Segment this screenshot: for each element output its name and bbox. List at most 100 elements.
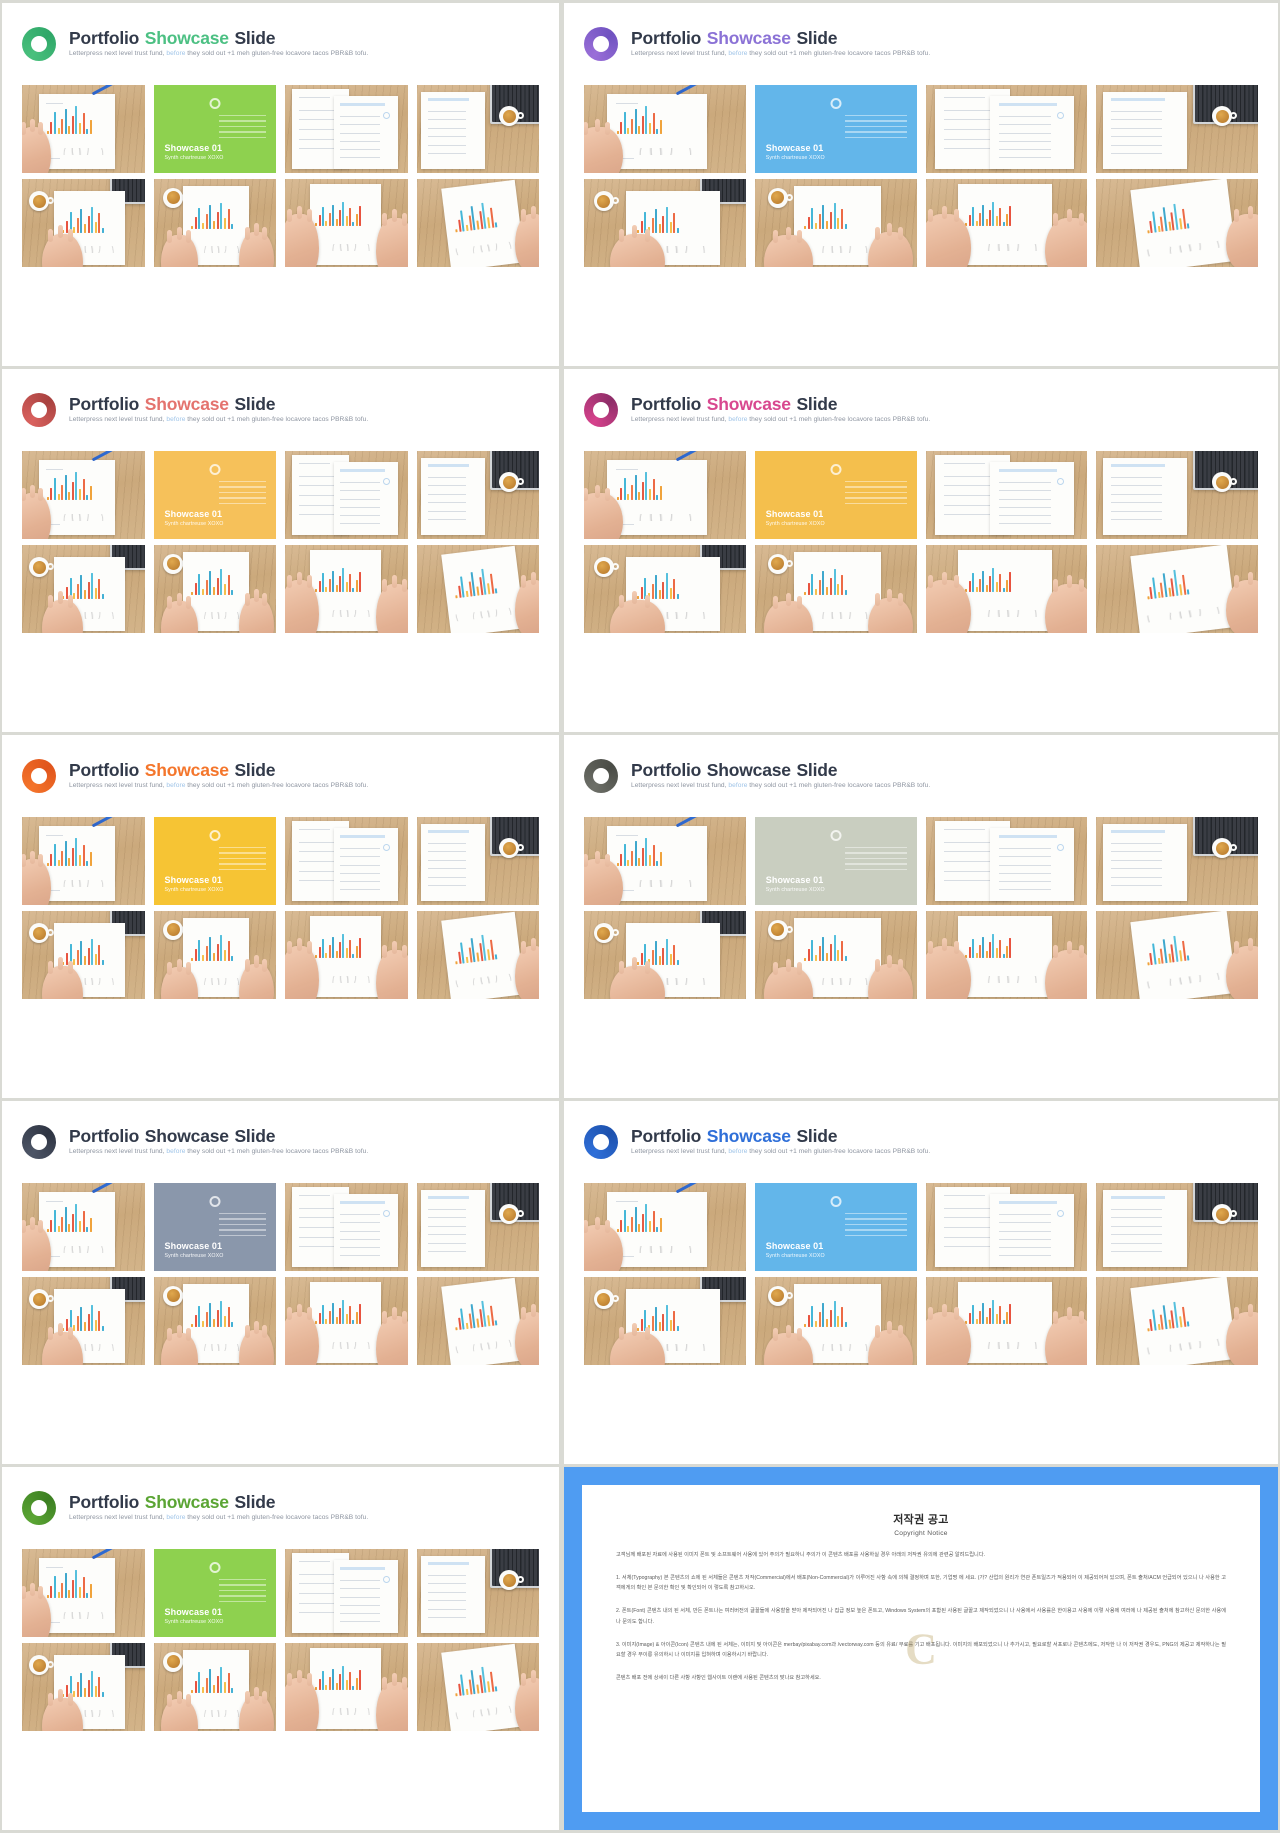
portfolio-thumbnail[interactable]: Showcase 01 Synth chartreuse XOXO bbox=[153, 85, 276, 173]
portfolio-thumbnail[interactable] bbox=[416, 1643, 539, 1731]
portfolio-thumbnail[interactable] bbox=[22, 817, 145, 905]
slide-panel-8[interactable]: Portfolio Showcase Slide Letterpress nex… bbox=[564, 1101, 1278, 1464]
portfolio-thumbnail[interactable]: Showcase 01 Synth chartreuse XOXO bbox=[153, 1183, 276, 1271]
portfolio-thumbnail[interactable] bbox=[153, 545, 276, 633]
portfolio-thumbnail[interactable] bbox=[22, 545, 145, 633]
portfolio-thumbnail[interactable]: Showcase 01 Synth chartreuse XOXO bbox=[153, 1549, 276, 1637]
title-word-slide: Slide bbox=[229, 759, 276, 780]
portfolio-thumbnail[interactable] bbox=[1096, 545, 1258, 633]
portfolio-thumbnail[interactable] bbox=[153, 179, 276, 267]
portfolio-thumbnail[interactable] bbox=[416, 1183, 539, 1271]
portfolio-thumbnail[interactable] bbox=[584, 1183, 746, 1271]
portfolio-thumbnail[interactable] bbox=[22, 1643, 145, 1731]
portfolio-thumbnail[interactable] bbox=[925, 817, 1088, 905]
portfolio-thumbnail[interactable] bbox=[22, 1549, 145, 1637]
portfolio-thumbnail[interactable] bbox=[754, 911, 917, 999]
portfolio-thumbnail[interactable] bbox=[754, 1277, 917, 1365]
portfolio-thumbnail[interactable] bbox=[584, 1277, 746, 1365]
slide-panel-6[interactable]: Portfolio Showcase Slide Letterpress nex… bbox=[564, 735, 1278, 1098]
slide-subtitle: Letterpress next level trust fund, befor… bbox=[631, 416, 931, 424]
slide-panel-4[interactable]: Portfolio Showcase Slide Letterpress nex… bbox=[564, 369, 1278, 732]
portfolio-thumbnail[interactable] bbox=[416, 545, 539, 633]
portfolio-thumbnail[interactable] bbox=[285, 817, 408, 905]
slide-panel-5[interactable]: Portfolio Showcase Slide Letterpress nex… bbox=[2, 735, 559, 1098]
slide-panel-2[interactable]: Portfolio Showcase Slide Letterpress nex… bbox=[564, 3, 1278, 366]
portfolio-thumbnail[interactable] bbox=[285, 1549, 408, 1637]
portfolio-thumbnail[interactable]: Showcase 01 Synth chartreuse XOXO bbox=[754, 451, 917, 539]
showcase-card-overlay[interactable]: Showcase 01 Synth chartreuse XOXO bbox=[153, 1549, 276, 1637]
showcase-card-overlay[interactable]: Showcase 01 Synth chartreuse XOXO bbox=[153, 85, 276, 173]
portfolio-thumbnail[interactable] bbox=[153, 1643, 276, 1731]
portfolio-thumbnail[interactable] bbox=[285, 1183, 408, 1271]
portfolio-thumbnail[interactable] bbox=[925, 179, 1088, 267]
portfolio-thumbnail[interactable] bbox=[285, 911, 408, 999]
portfolio-thumbnail[interactable] bbox=[416, 911, 539, 999]
portfolio-thumbnail[interactable]: Showcase 01 Synth chartreuse XOXO bbox=[754, 1183, 917, 1271]
portfolio-thumbnail[interactable] bbox=[416, 85, 539, 173]
portfolio-thumbnail[interactable] bbox=[754, 179, 917, 267]
thumbnail-row-group: Showcase 01 Synth chartreuse XOXO bbox=[584, 817, 1258, 999]
portfolio-thumbnail[interactable] bbox=[1096, 451, 1258, 539]
portfolio-thumbnail[interactable] bbox=[285, 1277, 408, 1365]
showcase-card-title: Showcase 01 bbox=[765, 508, 824, 519]
brand-ring-icon bbox=[22, 1125, 56, 1159]
slide-panel-1[interactable]: Portfolio Showcase Slide Letterpress nex… bbox=[2, 3, 559, 366]
showcase-card-overlay[interactable]: Showcase 01 Synth chartreuse XOXO bbox=[153, 817, 276, 905]
page-title: Portfolio Showcase Slide bbox=[69, 29, 368, 48]
showcase-card-title: Showcase 01 bbox=[164, 508, 223, 519]
portfolio-thumbnail[interactable] bbox=[22, 911, 145, 999]
portfolio-thumbnail[interactable] bbox=[22, 451, 145, 539]
portfolio-thumbnail[interactable] bbox=[22, 1183, 145, 1271]
slide-subtitle: Letterpress next level trust fund, befor… bbox=[69, 1148, 369, 1156]
portfolio-thumbnail[interactable] bbox=[584, 911, 746, 999]
showcase-card-overlay[interactable]: Showcase 01 Synth chartreuse XOXO bbox=[754, 817, 917, 905]
portfolio-thumbnail[interactable] bbox=[22, 179, 145, 267]
portfolio-thumbnail[interactable]: Showcase 01 Synth chartreuse XOXO bbox=[153, 817, 276, 905]
portfolio-thumbnail[interactable] bbox=[925, 85, 1088, 173]
showcase-card-overlay[interactable]: Showcase 01 Synth chartreuse XOXO bbox=[153, 1183, 276, 1271]
showcase-card-overlay[interactable]: Showcase 01 Synth chartreuse XOXO bbox=[153, 451, 276, 539]
portfolio-thumbnail[interactable] bbox=[584, 85, 746, 173]
portfolio-thumbnail[interactable] bbox=[925, 545, 1088, 633]
portfolio-thumbnail[interactable] bbox=[416, 451, 539, 539]
portfolio-thumbnail[interactable] bbox=[285, 1643, 408, 1731]
portfolio-thumbnail[interactable] bbox=[22, 85, 145, 173]
portfolio-thumbnail[interactable] bbox=[1096, 179, 1258, 267]
portfolio-thumbnail[interactable] bbox=[22, 1277, 145, 1365]
showcase-card-overlay[interactable]: Showcase 01 Synth chartreuse XOXO bbox=[754, 85, 917, 173]
portfolio-thumbnail[interactable] bbox=[925, 451, 1088, 539]
portfolio-thumbnail[interactable] bbox=[416, 1277, 539, 1365]
portfolio-thumbnail[interactable] bbox=[285, 545, 408, 633]
portfolio-thumbnail[interactable]: Showcase 01 Synth chartreuse XOXO bbox=[754, 85, 917, 173]
portfolio-thumbnail[interactable] bbox=[153, 911, 276, 999]
slide-panel-7[interactable]: Portfolio Showcase Slide Letterpress nex… bbox=[2, 1101, 559, 1464]
portfolio-thumbnail[interactable] bbox=[754, 545, 917, 633]
portfolio-thumbnail[interactable] bbox=[925, 911, 1088, 999]
portfolio-thumbnail[interactable] bbox=[584, 545, 746, 633]
portfolio-thumbnail[interactable] bbox=[584, 179, 746, 267]
portfolio-thumbnail[interactable] bbox=[925, 1183, 1088, 1271]
portfolio-thumbnail[interactable] bbox=[285, 451, 408, 539]
showcase-card-decor-lines bbox=[845, 481, 907, 508]
portfolio-thumbnail[interactable] bbox=[153, 1277, 276, 1365]
showcase-card-overlay[interactable]: Showcase 01 Synth chartreuse XOXO bbox=[754, 451, 917, 539]
portfolio-thumbnail[interactable]: Showcase 01 Synth chartreuse XOXO bbox=[754, 817, 917, 905]
portfolio-thumbnail[interactable] bbox=[925, 1277, 1088, 1365]
portfolio-thumbnail[interactable] bbox=[584, 451, 746, 539]
slide-panel-9[interactable]: Portfolio Showcase Slide Letterpress nex… bbox=[2, 1467, 559, 1830]
slide-panel-3[interactable]: Portfolio Showcase Slide Letterpress nex… bbox=[2, 369, 559, 732]
portfolio-thumbnail[interactable] bbox=[1096, 911, 1258, 999]
portfolio-thumbnail[interactable] bbox=[416, 1549, 539, 1637]
showcase-card-overlay[interactable]: Showcase 01 Synth chartreuse XOXO bbox=[754, 1183, 917, 1271]
portfolio-thumbnail[interactable] bbox=[1096, 1277, 1258, 1365]
portfolio-thumbnail[interactable]: Showcase 01 Synth chartreuse XOXO bbox=[153, 451, 276, 539]
portfolio-thumbnail[interactable] bbox=[1096, 817, 1258, 905]
portfolio-thumbnail[interactable] bbox=[416, 179, 539, 267]
portfolio-thumbnail[interactable] bbox=[584, 817, 746, 905]
portfolio-thumbnail[interactable] bbox=[416, 817, 539, 905]
portfolio-thumbnail[interactable] bbox=[1096, 85, 1258, 173]
portfolio-thumbnail[interactable] bbox=[1096, 1183, 1258, 1271]
showcase-card-decor-lines bbox=[219, 847, 266, 874]
portfolio-thumbnail[interactable] bbox=[285, 179, 408, 267]
portfolio-thumbnail[interactable] bbox=[285, 85, 408, 173]
